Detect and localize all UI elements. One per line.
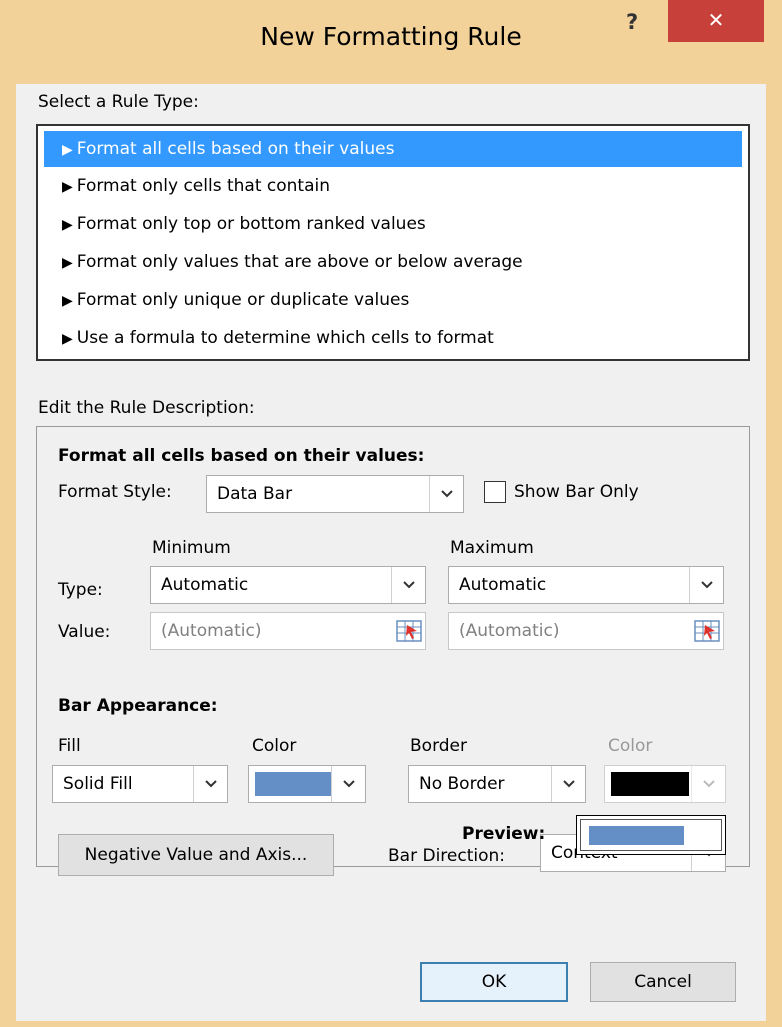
- minimum-value-input[interactable]: (Automatic): [150, 612, 426, 650]
- rule-type-item-label: Use a formula to determine which cells t…: [76, 328, 494, 348]
- bar-appearance-heading: Bar Appearance:: [58, 696, 218, 716]
- chevron-down-icon: [391, 567, 425, 603]
- rule-type-item[interactable]: ▶ Use a formula to determine which cells …: [44, 320, 742, 356]
- minimum-value-placeholder: (Automatic): [161, 621, 262, 641]
- bar-direction-label: Bar Direction:: [388, 846, 505, 866]
- chevron-down-icon: [691, 766, 725, 802]
- fill-color-picker[interactable]: [248, 765, 366, 803]
- border-dropdown[interactable]: No Border: [408, 765, 586, 803]
- rule-type-label: Select a Rule Type:: [38, 92, 199, 112]
- triangle-right-icon: ▶: [62, 179, 73, 195]
- chevron-down-icon: [689, 567, 723, 603]
- triangle-right-icon: ▶: [62, 142, 73, 158]
- chevron-down-icon: [551, 766, 585, 802]
- rule-type-item[interactable]: ▶ Format only unique or duplicate values: [44, 282, 742, 318]
- color-label: Color: [252, 736, 297, 756]
- minimum-type-dropdown[interactable]: Automatic: [150, 566, 426, 604]
- value-label: Value:: [58, 622, 111, 642]
- chevron-down-icon: [429, 476, 463, 512]
- cancel-button[interactable]: Cancel: [590, 962, 736, 1002]
- maximum-type-dropdown[interactable]: Automatic: [448, 566, 724, 604]
- format-style-value: Data Bar: [217, 484, 293, 504]
- minimum-label: Minimum: [152, 538, 231, 558]
- triangle-right-icon: ▶: [62, 293, 73, 309]
- maximum-label: Maximum: [450, 538, 534, 558]
- maximum-value-input[interactable]: (Automatic): [448, 612, 724, 650]
- fill-value: Solid Fill: [63, 774, 133, 794]
- border-color-swatch: [611, 772, 689, 796]
- help-button[interactable]: ?: [626, 10, 638, 34]
- border-value: No Border: [419, 774, 505, 794]
- border-label: Border: [410, 736, 467, 756]
- rule-type-item[interactable]: ▶ Format only cells that contain: [44, 168, 742, 204]
- close-button[interactable]: ✕: [668, 0, 764, 42]
- rule-type-item[interactable]: ▶ Format only values that are above or be…: [44, 244, 742, 280]
- triangle-right-icon: ▶: [62, 217, 73, 233]
- rule-type-list[interactable]: ▶ Format all cells based on their values …: [36, 124, 750, 361]
- rule-type-item-label: Format only cells that contain: [76, 176, 330, 196]
- format-style-label: Format Style:: [58, 482, 172, 502]
- triangle-right-icon: ▶: [62, 331, 73, 347]
- ok-button[interactable]: OK: [420, 962, 568, 1002]
- maximum-type-value: Automatic: [459, 575, 547, 595]
- preview-label: Preview:: [462, 824, 546, 844]
- fill-dropdown[interactable]: Solid Fill: [52, 765, 228, 803]
- maximum-value-placeholder: (Automatic): [459, 621, 560, 641]
- rule-type-item[interactable]: ▶ Format all cells based on their values: [44, 131, 742, 167]
- rule-type-item-label: Format only top or bottom ranked values: [76, 214, 426, 234]
- chevron-down-icon: [331, 766, 365, 802]
- preview-bar: [589, 826, 684, 845]
- fill-color-swatch: [255, 772, 331, 796]
- negative-value-axis-button[interactable]: Negative Value and Axis...: [58, 834, 334, 876]
- format-style-dropdown[interactable]: Data Bar: [206, 475, 464, 513]
- rule-description-label: Edit the Rule Description:: [38, 398, 255, 418]
- border-color-label: Color: [608, 736, 653, 756]
- minimum-type-value: Automatic: [161, 575, 249, 595]
- description-heading: Format all cells based on their values:: [58, 446, 425, 466]
- close-icon: ✕: [707, 8, 725, 32]
- rule-type-item-label: Format only unique or duplicate values: [76, 290, 410, 310]
- type-label: Type:: [58, 580, 103, 600]
- border-color-picker[interactable]: [604, 765, 726, 803]
- range-select-icon[interactable]: [395, 617, 423, 645]
- show-bar-only-label: Show Bar Only: [514, 482, 639, 502]
- dialog-title: New Formatting Rule: [260, 22, 522, 51]
- rule-type-item[interactable]: ▶ Format only top or bottom ranked values: [44, 206, 742, 242]
- preview-frame: [580, 819, 722, 851]
- chevron-down-icon: [193, 766, 227, 802]
- preview-box: [576, 815, 726, 855]
- rule-type-item-label: Format all cells based on their values: [76, 139, 395, 159]
- title-bar: New Formatting Rule ? ✕: [0, 0, 782, 84]
- fill-label: Fill: [58, 736, 81, 756]
- show-bar-only-checkbox[interactable]: [484, 481, 506, 503]
- range-select-icon[interactable]: [693, 617, 721, 645]
- rule-type-item-label: Format only values that are above or bel…: [76, 252, 523, 272]
- triangle-right-icon: ▶: [62, 255, 73, 271]
